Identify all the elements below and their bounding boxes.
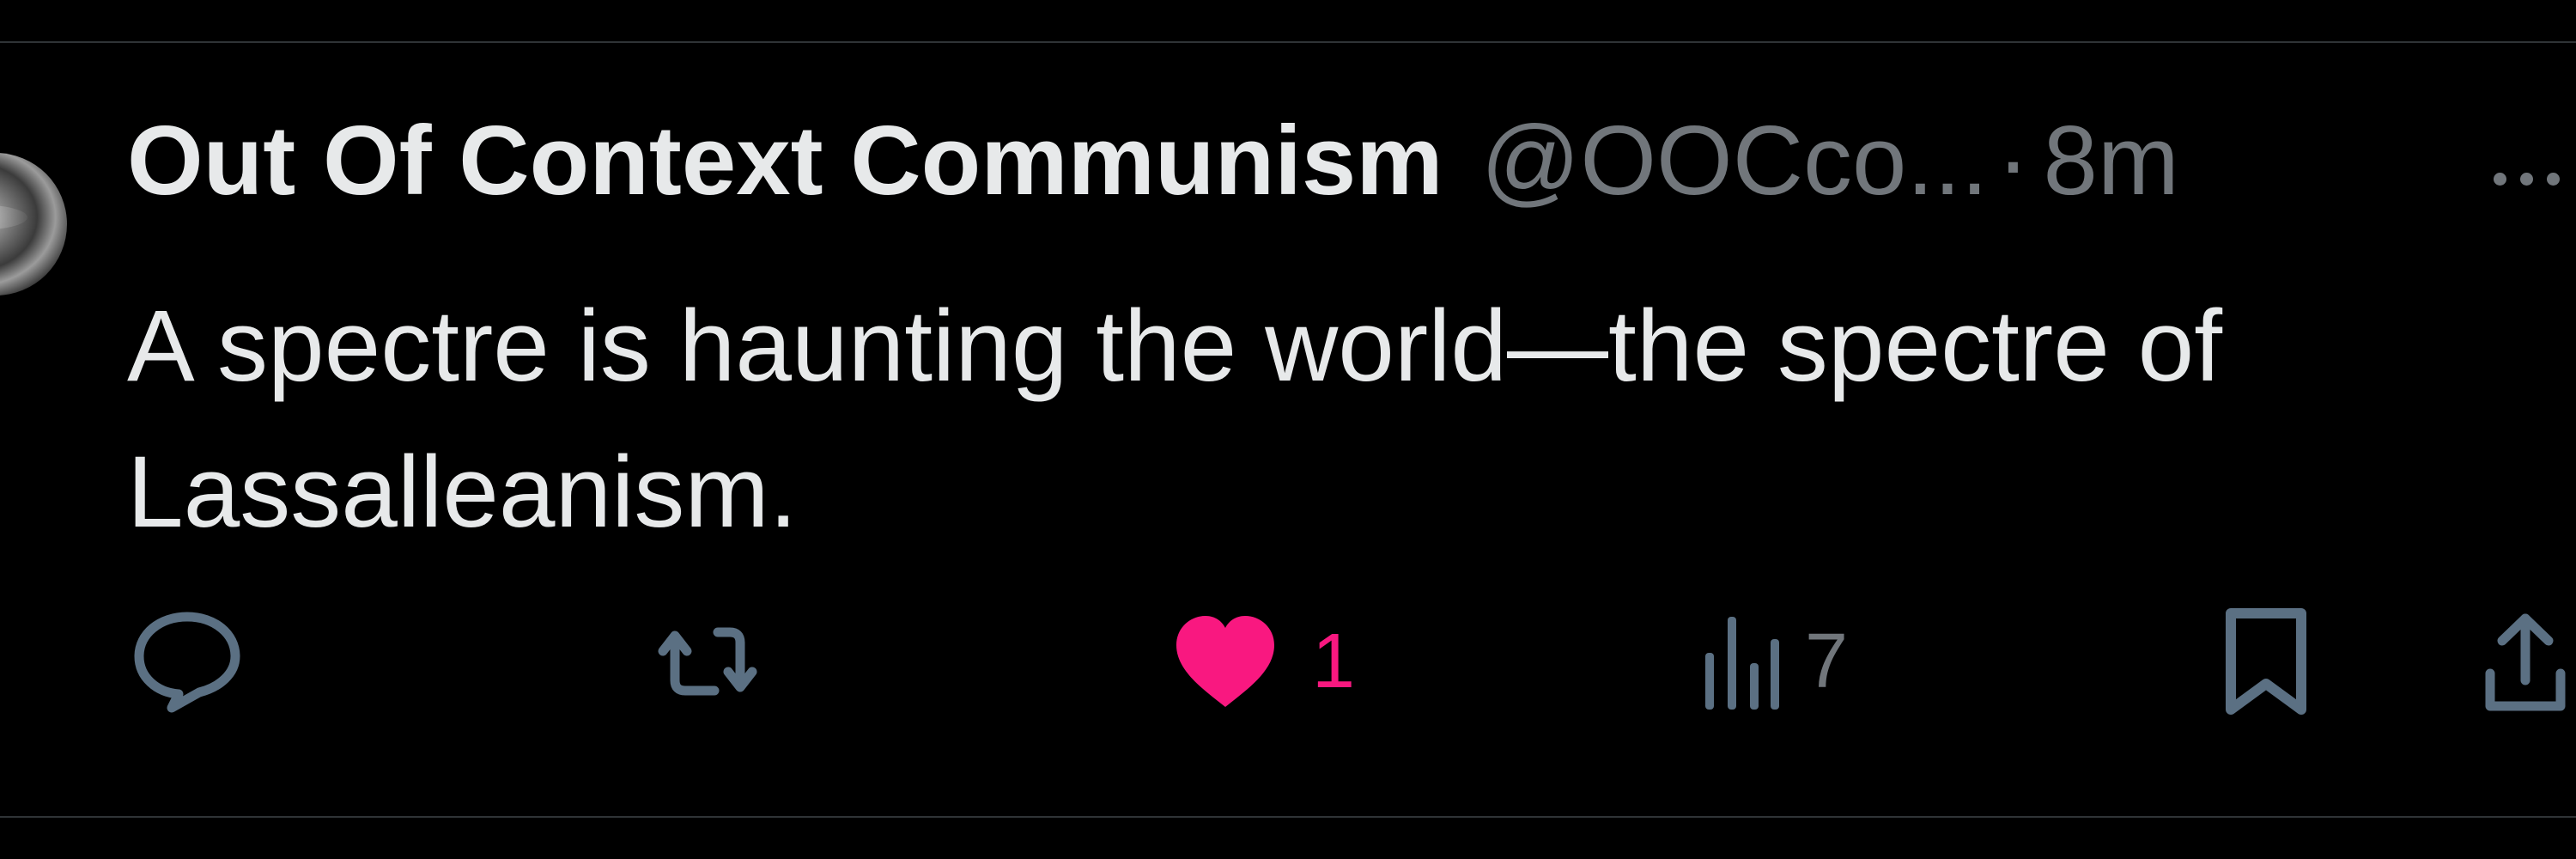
tweet-text-line: Lassalleanism.: [127, 436, 798, 549]
tweet-text: A spectre is haunting the world—the spec…: [127, 273, 2531, 565]
more-dot-icon: [2520, 172, 2533, 186]
share-icon: [2485, 613, 2566, 711]
author-handle[interactable]: @OOCco...: [1481, 113, 1989, 210]
bookmark-icon: [2226, 608, 2306, 715]
views-button[interactable]: 7: [1698, 601, 1848, 722]
views-count: 7: [1805, 618, 1849, 704]
like-count: 1: [1312, 618, 1356, 704]
tweet-header: Out Of Context Communism @OOCco... · 8m: [127, 113, 2179, 210]
reply-bubble-icon: [134, 612, 240, 713]
timestamp[interactable]: 8m: [2043, 113, 2178, 210]
bookmark-button[interactable]: [2219, 601, 2313, 722]
share-button[interactable]: [2478, 601, 2573, 722]
retweet-icon: [658, 627, 757, 696]
bottom-divider: [0, 816, 2576, 818]
avatar-image-detail: [0, 204, 27, 230]
tweet-text-line: A spectre is haunting the world—the spec…: [127, 289, 2223, 403]
heart-filled-icon: [1176, 616, 1274, 707]
header-separator: ·: [1996, 107, 2030, 216]
top-divider: [0, 41, 2576, 43]
more-dot-icon: [2547, 172, 2560, 186]
more-dot-icon: [2494, 172, 2506, 186]
more-options-button[interactable]: [2494, 161, 2576, 196]
reply-button[interactable]: [127, 601, 247, 722]
retweet-button[interactable]: [642, 601, 762, 722]
like-button[interactable]: 1: [1170, 601, 1355, 722]
avatar[interactable]: [0, 153, 67, 295]
bar-chart-icon: [1705, 617, 1779, 710]
author-name[interactable]: Out Of Context Communism: [127, 113, 1443, 210]
